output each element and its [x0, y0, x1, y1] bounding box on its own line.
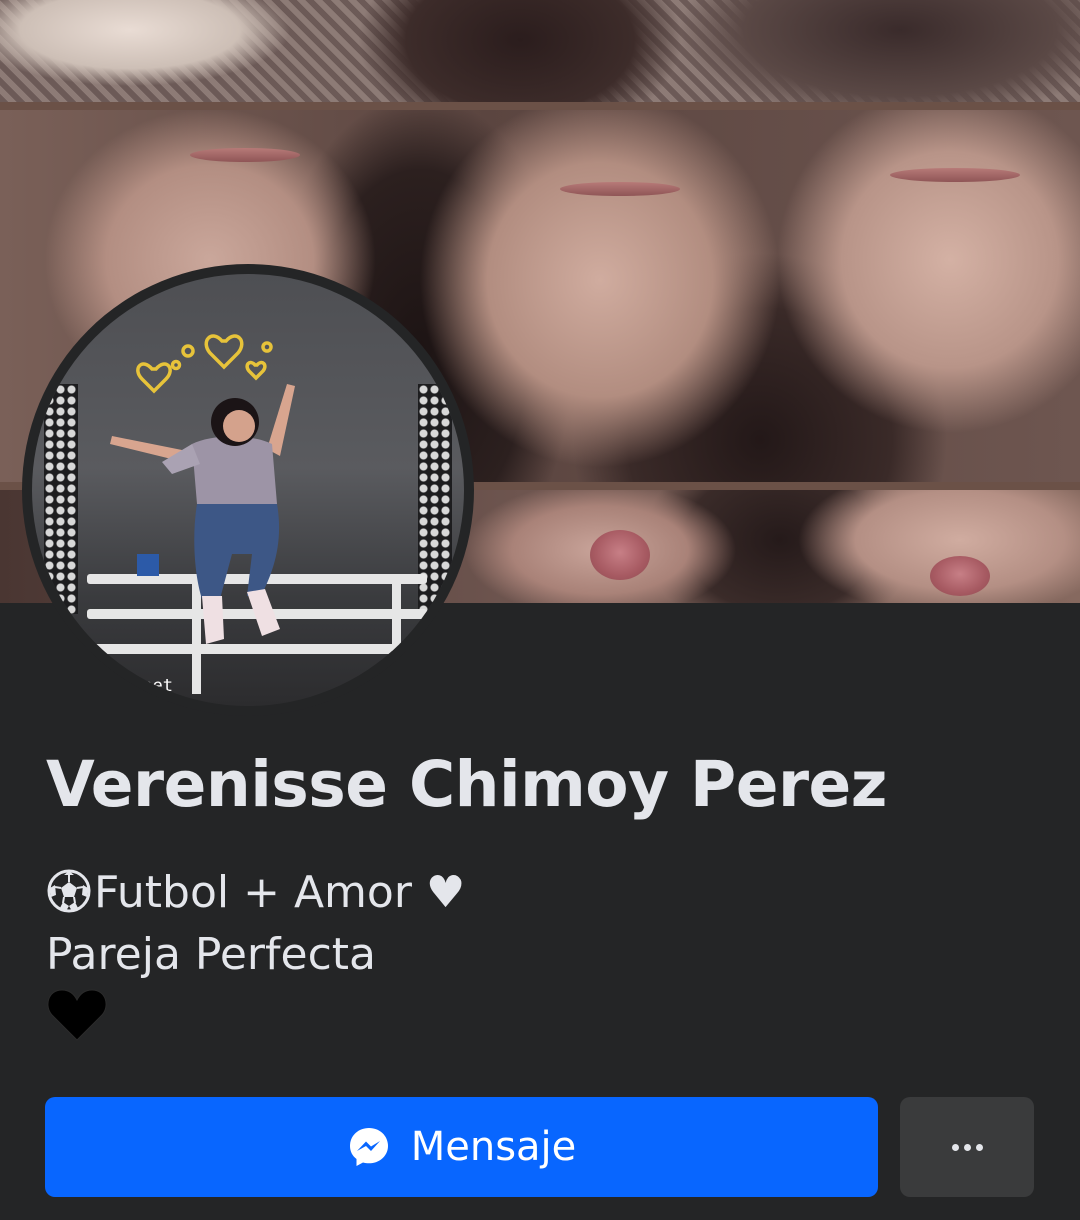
profile-bio: Futbol + Amor ♥ Pareja Perfecta 🖤 [46, 862, 1036, 1051]
black-heart-icon [47, 989, 107, 1041]
messenger-icon [349, 1128, 388, 1166]
bio-line-3: 🖤 [46, 986, 1036, 1051]
cover-strip-top [0, 0, 1080, 102]
message-button-label: Mensaje [410, 1124, 577, 1170]
more-options-button[interactable] [900, 1097, 1034, 1197]
message-button[interactable]: Mensaje [45, 1097, 878, 1197]
more-options-icon [951, 1143, 983, 1151]
bio-line-2: Pareja Perfecta [46, 929, 376, 980]
profile-page: weet Verenisse Chimoy Perez Futbol + Amo… [0, 0, 1080, 1220]
soccer-ball-icon [47, 869, 91, 913]
profile-name: Verenisse Chimoy Perez [46, 748, 887, 821]
bio-line-1: Futbol + Amor ♥ [46, 862, 1036, 924]
bio-text-1: Futbol + Amor ♥ [94, 867, 466, 918]
profile-picture[interactable]: weet [32, 274, 464, 706]
avatar-overlay-text: weet [132, 676, 173, 696]
profile-picture-frame[interactable]: weet [22, 264, 474, 716]
